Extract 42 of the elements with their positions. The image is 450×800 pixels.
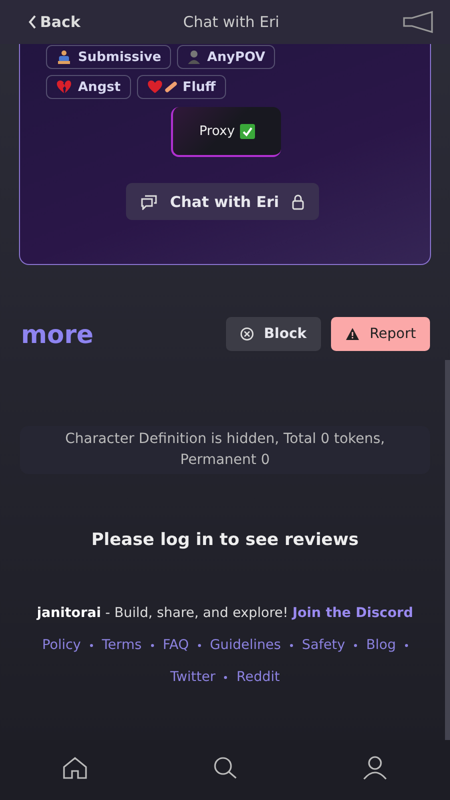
separator-dot [224, 676, 228, 678]
page-title: Chat with Eri [183, 13, 280, 31]
section-heading: more [21, 320, 94, 348]
home-icon[interactable] [62, 756, 88, 780]
close-circle-icon [240, 327, 254, 341]
footer-link[interactable]: Policy [42, 633, 81, 657]
heart-bandage-icon [146, 80, 177, 94]
separator-dot [150, 644, 154, 646]
warning-icon [344, 327, 360, 341]
separator-dot [354, 644, 358, 646]
separator-dot [198, 644, 201, 646]
separator-dot [90, 644, 93, 646]
definition-notice: Character Definition is hidden, Total 0 tokens, Permanent 0 [20, 426, 430, 474]
discord-link[interactable]: Join the Discord [292, 605, 414, 621]
tag[interactable]: Submissive [46, 45, 172, 69]
block-button[interactable]: Block [226, 317, 321, 351]
broken-heart-icon [56, 80, 72, 94]
footer-link[interactable]: FAQ [162, 633, 189, 657]
chevron-left-icon [28, 15, 37, 29]
footer-link[interactable]: Guidelines [210, 633, 281, 657]
person-icon [187, 50, 202, 64]
proxy-badge: Proxy [171, 107, 281, 157]
search-icon[interactable] [212, 756, 238, 780]
chat-button[interactable]: Chat with Eri [126, 183, 320, 220]
kneeling-figure-icon [56, 50, 72, 64]
footer-link[interactable]: Reddit [236, 665, 280, 689]
footer-link[interactable]: Blog [366, 633, 396, 657]
chat-bubbles-icon [140, 194, 158, 210]
separator-dot [404, 644, 408, 646]
megaphone-icon[interactable] [402, 11, 436, 33]
separator-dot [290, 644, 293, 646]
footer-link[interactable]: Terms [102, 633, 142, 657]
tag[interactable]: Fluff [136, 75, 226, 99]
reviews-message: Please log in to see reviews [90, 530, 360, 550]
footer-link[interactable]: Safety [302, 633, 346, 657]
back-button[interactable]: Back [28, 13, 80, 31]
tag[interactable]: AnyPOV [177, 45, 276, 69]
profile-icon[interactable] [362, 756, 388, 780]
footer-link[interactable]: Twitter [170, 665, 216, 689]
tag[interactable]: Angst [46, 75, 131, 99]
footer-text: janitorai - Build, share, and explore! Join the Discord [36, 604, 414, 623]
report-button[interactable]: Report [330, 317, 430, 351]
